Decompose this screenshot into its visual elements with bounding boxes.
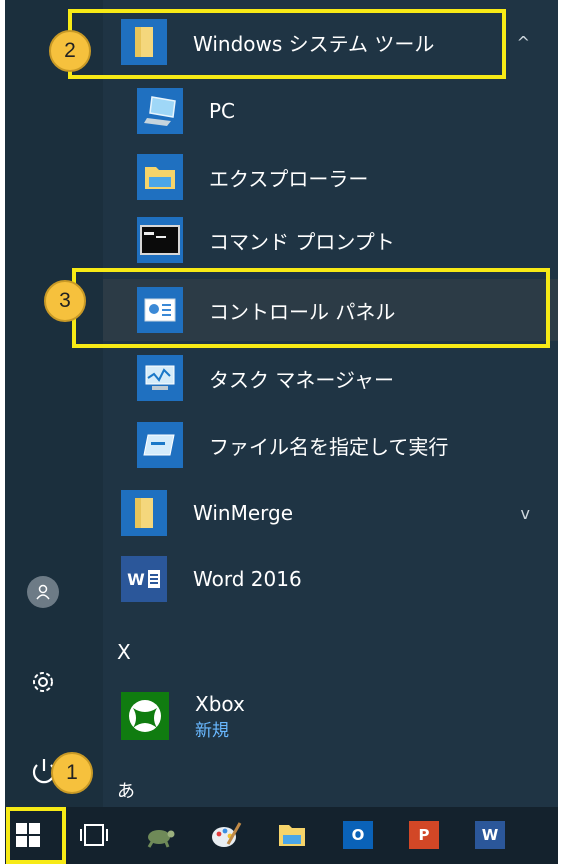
- new-app-tag: 新規: [195, 720, 229, 741]
- pc-icon: [137, 88, 183, 134]
- word-icon: W: [121, 556, 167, 602]
- chevron-down-icon: v: [520, 503, 530, 523]
- menu-item-command-prompt[interactable]: コマンド プロンプト: [103, 214, 558, 266]
- start-menu: Windows システム ツール ^ PC エクスプローラー コマンド プロンプ…: [5, 0, 558, 864]
- menu-item-label: コマンド プロンプト: [209, 229, 395, 254]
- xbox-icon: [121, 692, 169, 740]
- command-prompt-icon: [137, 217, 183, 263]
- paint-app-icon[interactable]: [203, 812, 249, 858]
- user-avatar[interactable]: [27, 576, 59, 608]
- app-label: Xbox: [195, 691, 245, 716]
- step-badge-3: 3: [44, 280, 86, 322]
- highlight-start-button: [6, 807, 66, 864]
- powerpoint-icon[interactable]: P: [401, 812, 447, 858]
- app-word-2016[interactable]: W Word 2016: [103, 551, 558, 607]
- folder-icon: [137, 154, 183, 200]
- user-icon: [36, 584, 50, 600]
- section-letter-x[interactable]: X: [117, 640, 131, 664]
- file-explorer-icon[interactable]: [269, 812, 315, 858]
- chevron-up-icon: ^: [516, 32, 530, 52]
- step-badge-2: 2: [49, 30, 91, 72]
- highlight-control-panel: [72, 268, 550, 348]
- app-xbox[interactable]: Xbox 新規: [103, 684, 558, 748]
- task-manager-icon: [137, 355, 183, 401]
- app-label: Word 2016: [193, 567, 302, 591]
- outlook-icon[interactable]: O: [335, 812, 381, 858]
- menu-item-label: ファイル名を指定して実行: [209, 434, 449, 459]
- group-label: WinMerge: [193, 501, 293, 525]
- highlight-windows-system-tools: [68, 9, 506, 79]
- run-icon: [137, 422, 183, 468]
- powerpoint-letter: P: [409, 821, 439, 849]
- menu-item-label: PC: [209, 99, 236, 123]
- section-letter-a[interactable]: あ: [117, 777, 135, 803]
- word-letter: W: [475, 821, 505, 849]
- menu-item-run[interactable]: ファイル名を指定して実行: [103, 419, 558, 471]
- menu-item-explorer[interactable]: エクスプローラー: [103, 151, 558, 203]
- outlook-letter: O: [343, 821, 373, 849]
- menu-item-pc[interactable]: PC: [103, 85, 558, 137]
- folder-icon: [121, 490, 167, 536]
- menu-item-task-manager[interactable]: タスク マネージャー: [103, 352, 558, 404]
- menu-item-label: エクスプローラー: [209, 166, 369, 191]
- word-icon-letter: W: [127, 569, 145, 589]
- tortoise-app-icon[interactable]: [137, 812, 183, 858]
- word-taskbar-icon[interactable]: W: [467, 812, 513, 858]
- task-view-icon[interactable]: [71, 812, 117, 858]
- settings-gear-icon[interactable]: [29, 668, 57, 700]
- xbox-text: Xbox 新規: [195, 692, 245, 741]
- step-badge-1: 1: [51, 752, 93, 794]
- group-winmerge[interactable]: WinMerge v: [103, 486, 558, 540]
- menu-item-label: タスク マネージャー: [209, 367, 394, 392]
